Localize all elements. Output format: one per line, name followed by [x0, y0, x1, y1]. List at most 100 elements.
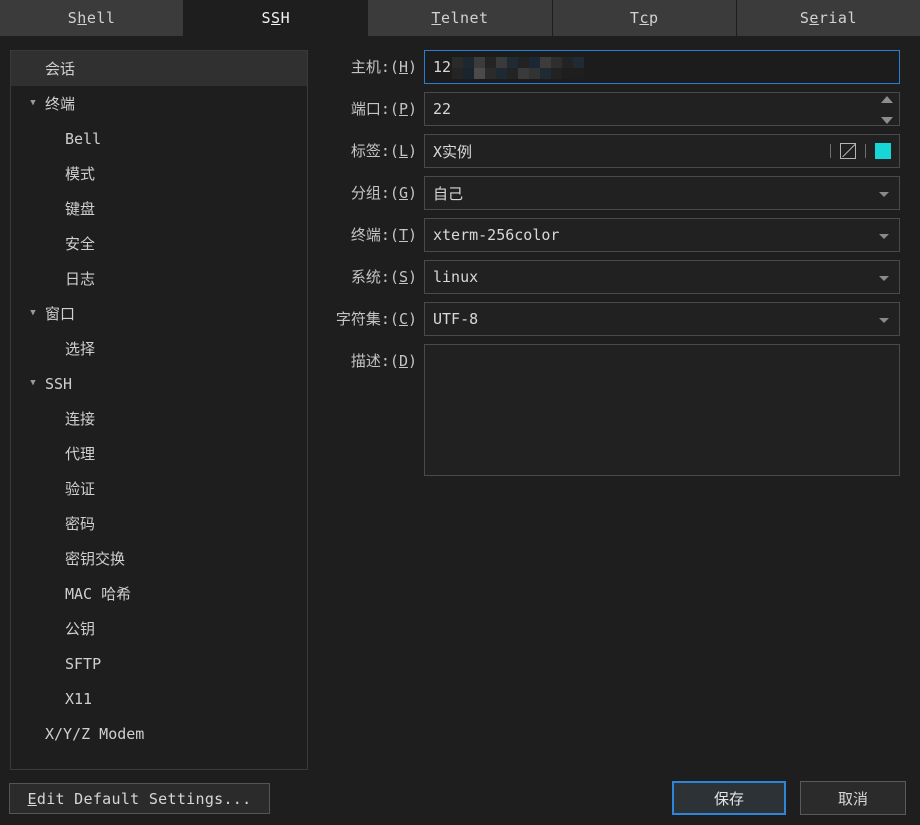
tree-item-x11[interactable]: X11	[11, 681, 307, 716]
charset-label: 字符集:(C)	[335, 310, 417, 328]
tree-item-label: SFTP	[65, 654, 102, 673]
edit-default-settings-button[interactable]: Edit Default Settings...	[9, 783, 270, 814]
tree-item-ssh[interactable]: ▼ SSH	[11, 366, 307, 401]
mosaic-cell	[507, 56, 519, 68]
mosaic-cell	[573, 56, 585, 68]
protocol-tab-bar: Shell SSH Telnet Tcp Serial	[0, 0, 920, 37]
chevron-down-icon[interactable]	[879, 276, 889, 281]
mosaic-cell	[518, 67, 530, 79]
tree-item-proxy[interactable]: 代理	[11, 436, 307, 471]
mosaic-cell	[507, 67, 519, 79]
tree-item-connection[interactable]: 连接	[11, 401, 307, 436]
tree-item-terminal[interactable]: ▼ 终端	[11, 86, 307, 121]
chevron-down-icon[interactable]	[879, 234, 889, 239]
tree-item-sftp[interactable]: SFTP	[11, 646, 307, 681]
tree-item-window[interactable]: ▼ 窗口	[11, 296, 307, 331]
chevron-down-icon[interactable]: ▼	[23, 309, 43, 318]
save-button[interactable]: 保存	[672, 781, 786, 815]
description-row: 描述:(D)	[320, 344, 910, 476]
edit-default-settings-label: Edit Default Settings...	[27, 789, 252, 808]
tree-item-label: 连接	[65, 410, 96, 428]
chevron-down-icon[interactable]	[879, 192, 889, 197]
group-select[interactable]: 自己	[424, 176, 900, 210]
tab-serial[interactable]: Serial	[736, 0, 920, 36]
tree-item-label: 验证	[65, 480, 96, 498]
mosaic-cell	[452, 67, 464, 79]
separator-icon	[830, 144, 831, 158]
tree-item-keyboard[interactable]: 键盘	[11, 191, 307, 226]
label-value: X实例	[433, 142, 473, 161]
charset-row: 字符集:(C) UTF-8	[320, 302, 910, 336]
tree-item-kex[interactable]: 密钥交换	[11, 541, 307, 576]
tree-item-password[interactable]: 密码	[11, 506, 307, 541]
edit-icon[interactable]	[840, 143, 856, 159]
tree-item-label: X/Y/Z Modem	[45, 724, 145, 743]
redaction-mosaic	[452, 56, 585, 79]
host-row: 主机:(H) 12	[320, 50, 910, 84]
tree-item-label: X11	[65, 689, 93, 708]
label-tools	[830, 135, 891, 167]
tab-tcp[interactable]: Tcp	[552, 0, 737, 36]
mosaic-cell	[485, 56, 497, 68]
mosaic-cell	[463, 56, 475, 68]
tab-shell[interactable]: Shell	[0, 0, 185, 36]
tree-item-label: 安全	[65, 235, 96, 253]
stepper-up-icon[interactable]	[881, 96, 893, 103]
tree-item-label: Bell	[65, 129, 102, 148]
tree-item-xyz-modem[interactable]: X/Y/Z Modem	[11, 716, 307, 751]
tree-item-label: MAC 哈希	[65, 585, 132, 603]
tree-item-label: 终端	[45, 95, 76, 113]
system-select[interactable]: linux	[424, 260, 900, 294]
mosaic-cell	[573, 67, 585, 79]
mosaic-cell	[562, 67, 574, 79]
stepper-down-icon[interactable]	[881, 117, 893, 124]
mosaic-cell	[529, 56, 541, 68]
tree-item-security[interactable]: 安全	[11, 226, 307, 261]
tree-item-mode[interactable]: 模式	[11, 156, 307, 191]
label-input[interactable]: X实例	[424, 134, 900, 168]
tab-label: Telnet	[431, 9, 489, 27]
mosaic-cell	[551, 67, 563, 79]
chevron-down-icon[interactable]	[879, 318, 889, 323]
mosaic-cell	[540, 56, 552, 68]
mosaic-cell	[452, 56, 464, 68]
port-label: 端口:(P)	[350, 100, 417, 118]
tab-ssh[interactable]: SSH	[184, 0, 369, 36]
color-swatch[interactable]	[875, 143, 891, 159]
separator-icon	[865, 144, 866, 158]
tab-telnet[interactable]: Telnet	[368, 0, 553, 36]
tree-item-session[interactable]: 会话	[11, 51, 307, 86]
terminal-select[interactable]: xterm-256color	[424, 218, 900, 252]
tree-item-label: SSH	[45, 374, 73, 393]
chevron-down-icon[interactable]: ▼	[23, 99, 43, 108]
description-label: 描述:(D)	[350, 352, 417, 370]
tab-label: SSH	[261, 9, 291, 27]
tree-item-label: 键盘	[65, 200, 96, 218]
tree-item-label: 密码	[65, 515, 96, 533]
tree-item-auth[interactable]: 验证	[11, 471, 307, 506]
group-label: 分组:(G)	[350, 184, 417, 202]
tree-item-bell[interactable]: Bell	[11, 121, 307, 156]
tree-item-public-key[interactable]: 公钥	[11, 611, 307, 646]
port-input[interactable]: 22	[424, 92, 900, 126]
charset-select[interactable]: UTF-8	[424, 302, 900, 336]
tab-label: Serial	[799, 9, 857, 27]
chevron-down-icon[interactable]: ▼	[23, 379, 43, 388]
cancel-button[interactable]: 取消	[800, 781, 906, 815]
label-row: 标签:(L) X实例	[320, 134, 910, 168]
tree-item-selection[interactable]: 选择	[11, 331, 307, 366]
port-stepper[interactable]	[880, 96, 894, 124]
settings-category-tree[interactable]: 会话 ▼ 终端 Bell 模式 键盘 安全 日志 ▼ 窗口 选择 ▼ SSH 连接 代理 验证 密码 密钥交换 MA…	[10, 50, 308, 770]
system-label: 系统:(S)	[350, 268, 417, 286]
mosaic-cell	[496, 56, 508, 68]
mosaic-cell	[518, 56, 530, 68]
tab-label: Tcp	[629, 9, 659, 27]
description-textarea[interactable]	[424, 344, 900, 476]
host-value: 12	[433, 58, 452, 76]
host-input[interactable]: 12	[424, 50, 900, 84]
tree-item-log[interactable]: 日志	[11, 261, 307, 296]
system-row: 系统:(S) linux	[320, 260, 910, 294]
tree-item-mac-hash[interactable]: MAC 哈希	[11, 576, 307, 611]
system-value: linux	[433, 268, 479, 286]
charset-value: UTF-8	[433, 310, 479, 328]
